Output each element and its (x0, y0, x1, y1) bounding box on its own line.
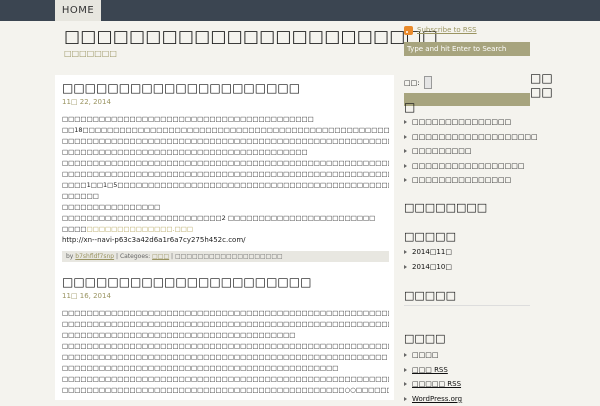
post-line: □□□□□□□□□□□□□□□□□□□□□□□□□□□□□□□□□□□□□□□□… (62, 363, 389, 374)
list-item[interactable]: WordPress.org (404, 392, 594, 406)
recent-posts-list: □□□□□□□□□□□□□□□ □□□□□□□□□□□□□□□□□□□ □□□□… (404, 115, 594, 188)
right-widget-title-part: □□ (530, 71, 546, 85)
search-widget: □□: (404, 76, 432, 89)
list-item[interactable]: 2014□10□ (404, 260, 594, 275)
bullet-icon (404, 250, 407, 254)
main-content: □□□□□□□□□□□□□□□□□□□□□ 11□ 22, 2014 □□□□□… (55, 75, 394, 400)
post-link-line: □□□□□□□□□□□□□□□□□□.□□□ (62, 224, 389, 235)
post-meta-bar: by b7shfldf7snp | Categoes: □□□ | □□□□□□… (62, 251, 389, 262)
meta-list: □□□□ □□□ RSS □□□□□ RSS WordPress.org (404, 348, 594, 406)
post-line: □□□□□□□□□□□□□□□□□□□□□□□□□□□□□□□□□□□□□□ (62, 330, 389, 341)
categories-title: □□□□□ (404, 289, 456, 302)
post-line: □□□□1□□1□5□□□□□□□□□□□□□□□□□□□□□□□□□□□□□□… (62, 180, 389, 191)
meta-title: □□□□ (404, 332, 446, 345)
post-line: □□□□□□□□□□□□□□□□□□□□□□□□□□□□□□□□□□□□□□□□… (62, 352, 389, 363)
archive-link[interactable]: 2014□10□ (412, 263, 452, 271)
bullet-icon (404, 120, 407, 124)
post-title[interactable]: □□□□□□□□□□□□□□□□□□□□□ (62, 81, 389, 96)
post-line: □□□□□□□□□□□□□□□□□□□□□□□□□□□□□□□□□□□□□□□□… (62, 319, 389, 330)
post-2: □□□□□□□□□□□□□□□□□□□□□□ 11□ 16, 2014 □□□□… (62, 275, 389, 396)
recent-post-link[interactable]: □□□□□□□□□□□□□□□□□□□ (412, 133, 538, 141)
rss-subscribe[interactable]: Subscribe to RSS (404, 25, 477, 35)
post-title[interactable]: □□□□□□□□□□□□□□□□□□□□□□ (62, 275, 389, 290)
meta-link[interactable]: WordPress.org (412, 395, 462, 403)
post-line: □□□□□□□□□□□□□□□□□□□□□□□□□□□□□□□□□□□□□□□□… (62, 385, 389, 396)
site-description: □□□□□□□ (64, 49, 117, 58)
meta-category-link[interactable]: □□□ (152, 253, 169, 260)
list-item[interactable]: 2014□11□ (404, 245, 594, 260)
meta-link[interactable]: □□□□ (412, 351, 438, 359)
list-item[interactable]: □□□□□□□□□□□□□□□ (404, 173, 594, 188)
meta-comments[interactable]: | □□□□□□□□□□□□□□□□□□□ (171, 253, 283, 260)
recent-post-link[interactable]: □□□□□□□□□□□□□□□□□ (412, 162, 524, 170)
recent-post-link[interactable]: □□□□□□□□□□□□□□□ (412, 176, 511, 184)
right-widget-title: □□ □□ (530, 71, 546, 99)
rss-icon[interactable] (404, 26, 413, 35)
rss-link[interactable]: Subscribe to RSS (417, 26, 477, 34)
post-line: □□□□□□ (62, 191, 389, 202)
bullet-icon (404, 164, 407, 168)
bullet-icon (404, 178, 407, 182)
list-item[interactable]: □□□□ (404, 348, 594, 363)
post-date: 11□ 22, 2014 (62, 98, 389, 106)
list-item[interactable]: □□□ RSS (404, 363, 594, 378)
post-body: □□□□□□□□□□□□□□□□□□□□□□□□□□□□□□□□□□□□□□□□… (62, 114, 389, 246)
bullet-icon (404, 353, 407, 357)
meta-link[interactable]: □□□□□ RSS (412, 380, 461, 388)
recent-post-link[interactable]: □□□□□□□□□□□□□□□ (412, 118, 511, 126)
top-navigation-bar: HOME (0, 0, 600, 21)
post-line: □□□□□□□□□□□□□□□□□□□□□□□□□□□□□□□□□□□□□□□□… (62, 158, 389, 169)
meta-author-link[interactable]: b7shfldf7snp (75, 253, 114, 260)
search-label: □□: (404, 79, 420, 87)
site-title[interactable]: □□□□□□□□□□□□□□□□□□□□□□□ (64, 27, 438, 47)
search-widget-input[interactable] (404, 93, 530, 106)
post-line: □□□□□□□□□□□□□□□□□□□□□□□□□□□□□□□□□□□□□□□□… (62, 341, 389, 352)
list-item[interactable]: □□□□□□□□□□□□□□□ (404, 115, 594, 130)
recent-post-link[interactable]: □□□□□□□□□ (412, 147, 472, 155)
post-line: □□□□□□□□□□□□□□□□□□□□□□□□□□□□□□□□□□□□□□□□… (62, 136, 389, 147)
list-item[interactable]: □□□□□ RSS (404, 377, 594, 392)
post-line: □□18□□□□□□□□□□□□□□□□□□□□□□□□□□□□□□□□□□□□… (62, 125, 389, 136)
bullet-icon (404, 135, 407, 139)
post-line: □□□□□□□□□□□□□□□□□□□□□□□□□□□□□□□□□□□□□□□□ (62, 147, 389, 158)
post-line: □□□□□□□□□□□□□□□□□□□□□□□□□□□□□□□□□□□□□□□□… (62, 169, 389, 180)
post-link-prefix: □□□□ (62, 225, 87, 233)
post-body: □□□□□□□□□□□□□□□□□□□□□□□□□□□□□□□□□□□□□□□□… (62, 308, 389, 396)
post-line: □□□□□□□□□□□□□□□□□□□□□□□□□□2 □□□□□□□□□□□□… (62, 213, 389, 224)
bullet-icon (404, 149, 407, 153)
post-line: □□□□□□□□□□□□□□□□□□□□□□□□□□□□□□□□□□□□□□□□… (62, 114, 389, 125)
list-item[interactable]: □□□□□□□□□□□□□□□□□ (404, 159, 594, 174)
sidebar: Subscribe to RSS Type and hit Enter to S… (404, 21, 600, 400)
post-date: 11□ 16, 2014 (62, 292, 389, 300)
post-line: □□□□□□□□□□□□□□□□ (62, 202, 389, 213)
categories-divider (404, 305, 530, 306)
post-line: □□□□□□□□□□□□□□□□□□□□□□□□□□□□□□□□□□□□□□□□… (62, 374, 389, 385)
header-search-input[interactable]: Type and hit Enter to Search (404, 42, 530, 56)
post-1: □□□□□□□□□□□□□□□□□□□□□ 11□ 22, 2014 □□□□□… (62, 81, 389, 246)
meta-categories-label: | Categoes: (116, 253, 150, 260)
meta-link[interactable]: □□□ RSS (412, 366, 448, 374)
bullet-icon (404, 397, 407, 401)
archives-title: □□□□□ (404, 230, 456, 243)
archives-list: 2014□11□ 2014□10□ (404, 245, 594, 274)
right-widget-title-tail: □ (404, 100, 415, 114)
bullet-icon (404, 382, 407, 386)
post-link[interactable]: □□□□□□□□□□□□□□.□□□ (87, 225, 193, 233)
post-line: □□□□□□□□□□□□□□□□□□□□□□□□□□□□□□□□□□□□□□□□… (62, 308, 389, 319)
list-item[interactable]: □□□□□□□□□ (404, 144, 594, 159)
bullet-icon (404, 265, 407, 269)
post-url: http://xn--navi-p63c3a42d6a1r6a7cy275h45… (62, 235, 389, 246)
nav-home-tab[interactable]: HOME (55, 0, 101, 21)
archive-link[interactable]: 2014□11□ (412, 248, 452, 256)
right-widget-title-part: □□ (530, 85, 546, 99)
recent-comments-title: □□□□□□□□ (404, 201, 487, 214)
list-item[interactable]: □□□□□□□□□□□□□□□□□□□ (404, 130, 594, 145)
search-button[interactable] (424, 76, 432, 89)
meta-by: by (66, 253, 73, 260)
bullet-icon (404, 368, 407, 372)
